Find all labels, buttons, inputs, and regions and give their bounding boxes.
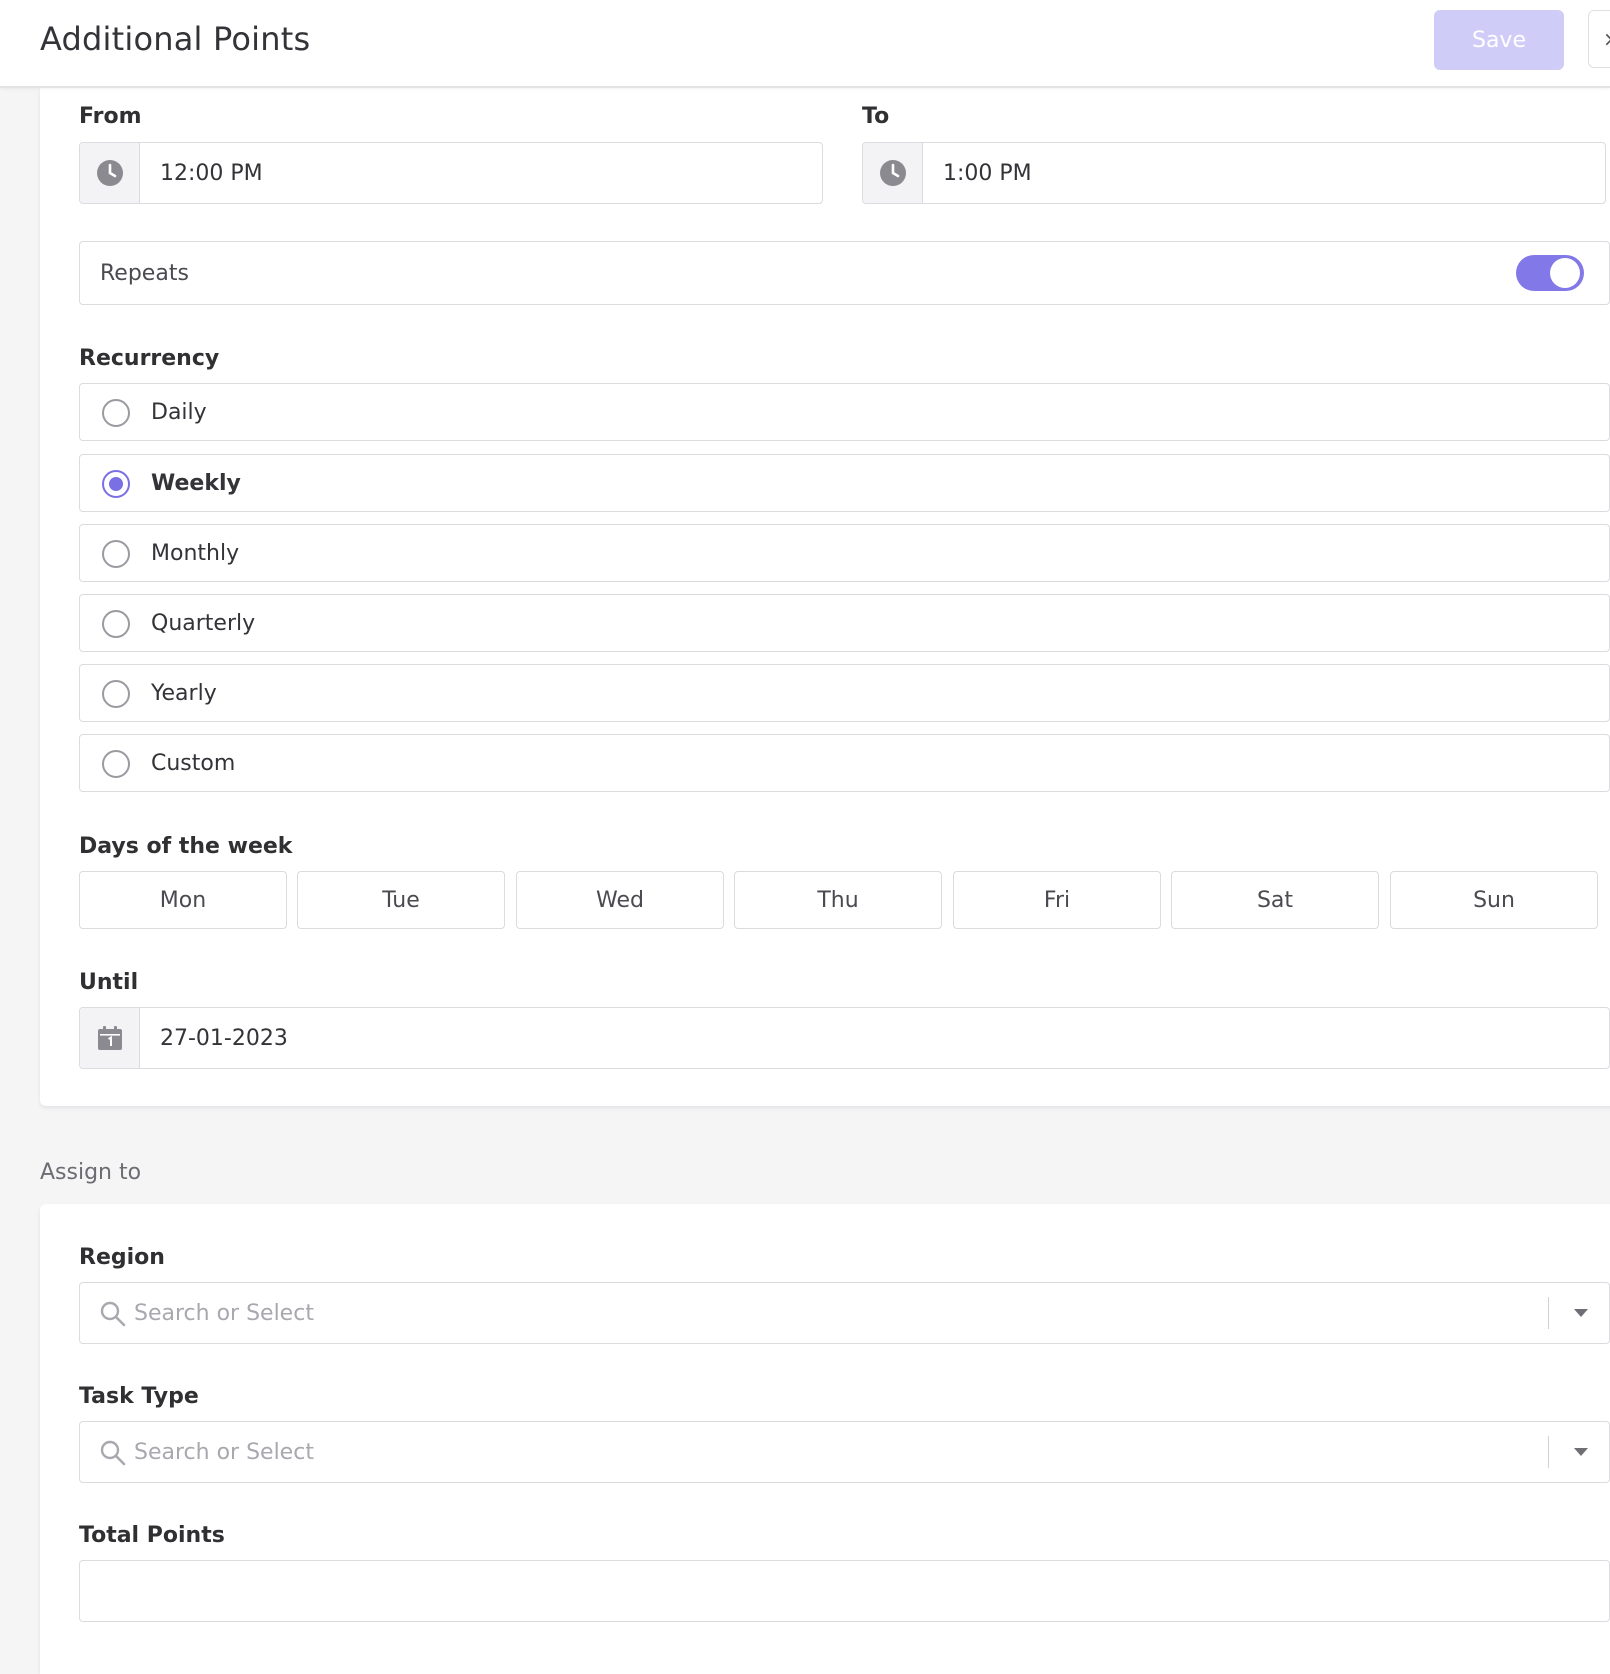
calendar-icon xyxy=(80,1008,140,1068)
to-time-field[interactable]: 1:00 PM xyxy=(862,142,1606,204)
until-label: Until xyxy=(79,970,139,995)
recurrency-option-label: Quarterly xyxy=(151,610,256,636)
search-icon xyxy=(100,1440,126,1466)
close-icon: × xyxy=(1603,27,1610,51)
recurrency-option-daily[interactable]: Daily xyxy=(79,383,1610,441)
day-button-sat[interactable]: Sat xyxy=(1171,871,1379,929)
clock-icon xyxy=(80,143,140,203)
radio-button[interactable] xyxy=(102,399,130,427)
radio-button[interactable] xyxy=(102,610,130,638)
recurrency-option-label: Monthly xyxy=(151,540,240,566)
recurrency-option-label: Daily xyxy=(151,399,207,425)
repeats-row: Repeats xyxy=(79,241,1610,305)
chevron-down-icon[interactable] xyxy=(1574,1309,1588,1317)
from-time-value: 12:00 PM xyxy=(160,160,263,186)
recurrency-option-weekly[interactable]: Weekly xyxy=(79,454,1610,512)
radio-button[interactable] xyxy=(102,680,130,708)
total-points-input[interactable] xyxy=(79,1560,1610,1622)
day-button-fri[interactable]: Fri xyxy=(953,871,1161,929)
repeats-label: Repeats xyxy=(100,260,189,286)
days-of-week-label: Days of the week xyxy=(79,834,293,859)
from-time-field[interactable]: 12:00 PM xyxy=(79,142,823,204)
recurrency-option-quarterly[interactable]: Quarterly xyxy=(79,594,1610,652)
recurrency-option-monthly[interactable]: Monthly xyxy=(79,524,1610,582)
day-button-tue[interactable]: Tue xyxy=(297,871,505,929)
select-divider xyxy=(1548,1436,1549,1468)
select-divider xyxy=(1548,1297,1549,1329)
radio-button[interactable] xyxy=(102,750,130,778)
until-date-field[interactable]: 27-01-2023 xyxy=(79,1007,1610,1069)
repeats-toggle[interactable] xyxy=(1516,255,1584,291)
day-button-wed[interactable]: Wed xyxy=(516,871,724,929)
close-button[interactable]: × xyxy=(1588,10,1610,68)
day-button-thu[interactable]: Thu xyxy=(734,871,942,929)
top-bar: Additional Points Save × xyxy=(0,0,1610,88)
day-button-mon[interactable]: Mon xyxy=(79,871,287,929)
recurrency-option-custom[interactable]: Custom xyxy=(79,734,1610,792)
region-placeholder: Search or Select xyxy=(134,1300,314,1326)
to-label: To xyxy=(862,104,890,129)
task-type-label: Task Type xyxy=(79,1384,199,1409)
recurrency-option-label: Weekly xyxy=(151,470,241,496)
assign-to-section-label: Assign to xyxy=(40,1160,142,1185)
save-button[interactable]: Save xyxy=(1434,10,1564,70)
total-points-label: Total Points xyxy=(79,1523,225,1548)
clock-icon xyxy=(863,143,923,203)
toggle-knob xyxy=(1550,258,1580,288)
task-type-select[interactable]: Search or Select xyxy=(79,1421,1610,1483)
day-button-sun[interactable]: Sun xyxy=(1390,871,1598,929)
radio-button[interactable] xyxy=(102,540,130,568)
task-type-placeholder: Search or Select xyxy=(134,1439,314,1465)
recurrency-option-yearly[interactable]: Yearly xyxy=(79,664,1610,722)
recurrency-label: Recurrency xyxy=(79,346,220,371)
page-title: Additional Points xyxy=(40,20,311,58)
until-date-value: 27-01-2023 xyxy=(160,1025,288,1051)
recurrency-option-label: Custom xyxy=(151,750,236,776)
chevron-down-icon[interactable] xyxy=(1574,1448,1588,1456)
region-select[interactable]: Search or Select xyxy=(79,1282,1610,1344)
search-icon xyxy=(100,1301,126,1327)
from-label: From xyxy=(79,104,142,129)
to-time-value: 1:00 PM xyxy=(943,160,1032,186)
region-label: Region xyxy=(79,1245,165,1270)
recurrency-option-label: Yearly xyxy=(151,680,217,706)
radio-button-checked[interactable] xyxy=(102,470,130,498)
